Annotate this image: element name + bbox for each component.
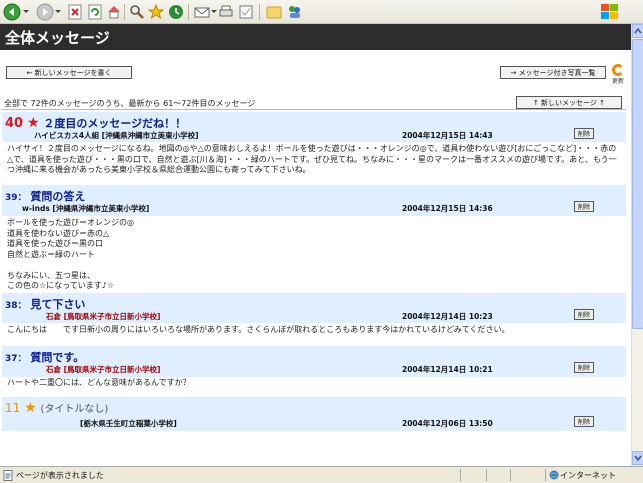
delete-button[interactable]: 削除: [574, 362, 594, 373]
message-header: 37： 質問です。 石倉 [鳥取県米子市立日新小学校] 2004年12月14日 …: [2, 346, 626, 377]
message-number: 38：: [5, 301, 27, 311]
browser-toolbar: [0, 0, 643, 24]
reload-icon: [612, 64, 624, 76]
message-number: 11: [5, 401, 21, 415]
scroll-down-arrow-icon[interactable]: [632, 451, 643, 465]
message-date: 2004年12月15日 14:36: [402, 204, 493, 213]
message-summary: 全部で 72件のメッセージのうち、最新から 61～72件目のメッセージ: [4, 99, 256, 108]
folder-icon[interactable]: [265, 3, 283, 21]
message-author: 石倉 [鳥取県米子市立日新小学校]: [46, 365, 161, 374]
message-date: 2004年12月15日 14:43: [402, 131, 493, 140]
newer-messages-button[interactable]: ↑ 新しいメッセージ ↑: [516, 96, 622, 109]
forward-dropdown-icon[interactable]: [55, 10, 61, 13]
scrollbar-thumb[interactable]: [632, 39, 643, 329]
message-title: 質問の答え: [30, 190, 86, 203]
search-icon[interactable]: [128, 3, 146, 21]
windows-logo-icon: [599, 2, 621, 22]
message-date: 2004年12月14日 10:21: [402, 365, 493, 374]
message-body: ハイサイ！２度目のメッセージになるね。地図の◎や△の意味おしえるよ！ボールを使っ…: [7, 144, 617, 174]
message-title: ２度目のメッセージだね！！: [43, 117, 187, 130]
message-number: 39：: [5, 193, 27, 203]
message-author: [栃木県壬生町立稲葉小学校]: [80, 419, 177, 428]
message-body: ハートや二重〇には、どんな意味があるんですか？: [7, 378, 191, 387]
delete-button[interactable]: 削除: [574, 416, 594, 427]
message-header: 11 ★ (タイトルなし) [栃木県壬生町立稲葉小学校] 2004年12月06日…: [2, 397, 626, 431]
mail-icon[interactable]: [193, 3, 211, 21]
reload-label: 更新: [611, 78, 624, 85]
refresh-icon[interactable]: [86, 3, 104, 21]
message-number: 40: [5, 116, 24, 131]
message-author: 石倉 [鳥取県米子市立日新小学校]: [46, 312, 161, 321]
delete-button[interactable]: 削除: [574, 309, 594, 320]
status-bar: ページが表示されました インターネット: [0, 466, 643, 483]
photo-list-button[interactable]: → メッセージ付き写真一覧: [500, 66, 606, 79]
history-icon[interactable]: [167, 3, 185, 21]
back-icon[interactable]: [3, 3, 21, 21]
message-number: 37：: [5, 354, 27, 364]
message-header: 40 ★ ２度目のメッセージだね！！ ハイビスカス4人組 [沖縄県沖縄市立美東小…: [2, 112, 626, 142]
back-dropdown-icon[interactable]: [23, 10, 29, 13]
message-title: 見て下さい: [30, 298, 86, 311]
forward-icon[interactable]: [36, 3, 54, 21]
message-title: (タイトルなし): [40, 404, 109, 415]
page-content: 全体メッセージ ← 新しいメッセージを書く → メッセージ付き写真一覧 更新 全…: [0, 24, 631, 466]
message-body: ボールを使った遊び＝オレンジの◎ 道具を使わない遊び＝赤の△ 道具を使った遊び＝…: [7, 218, 134, 290]
security-zone: インターネット: [560, 471, 616, 480]
favorites-icon[interactable]: [147, 3, 165, 21]
home-icon[interactable]: [105, 3, 123, 21]
messenger-icon[interactable]: [286, 3, 304, 21]
vertical-scrollbar[interactable]: [631, 24, 643, 466]
page-icon: [3, 470, 13, 483]
message-title: 質問です。: [30, 351, 85, 364]
scroll-up-arrow-icon[interactable]: [632, 24, 643, 38]
print-icon[interactable]: [217, 3, 235, 21]
star-icon: ★: [26, 115, 40, 131]
stop-icon[interactable]: [66, 3, 84, 21]
status-text: ページが表示されました: [16, 471, 104, 480]
globe-icon: [549, 470, 559, 483]
message-author: ハイビスカス4人組 [沖縄県沖縄市立美東小学校]: [34, 131, 199, 140]
delete-button[interactable]: 削除: [574, 201, 594, 212]
reload-button[interactable]: 更新: [608, 64, 628, 88]
message-header: 39： 質問の答え w-inds [沖縄県沖縄市立美東小学校] 2004年12月…: [2, 185, 626, 216]
delete-button[interactable]: 削除: [574, 128, 594, 139]
edit-icon[interactable]: [237, 3, 255, 21]
page-title: 全体メッセージ: [0, 24, 631, 50]
message-body: こんにちは です日新小の周りにはいろいろな場所があります。さくらんぼが取れるとこ…: [7, 325, 510, 334]
message-header: 38： 見て下さい 石倉 [鳥取県米子市立日新小学校] 2004年12月14日 …: [2, 293, 626, 323]
divider: [2, 109, 626, 110]
message-author: w-inds [沖縄県沖縄市立美東小学校]: [22, 204, 150, 213]
star-icon: ★: [24, 400, 37, 416]
new-message-button[interactable]: ← 新しいメッセージを書く: [6, 66, 132, 79]
message-date: 2004年12月06日 13:50: [402, 419, 493, 428]
message-date: 2004年12月14日 10:23: [402, 312, 493, 321]
